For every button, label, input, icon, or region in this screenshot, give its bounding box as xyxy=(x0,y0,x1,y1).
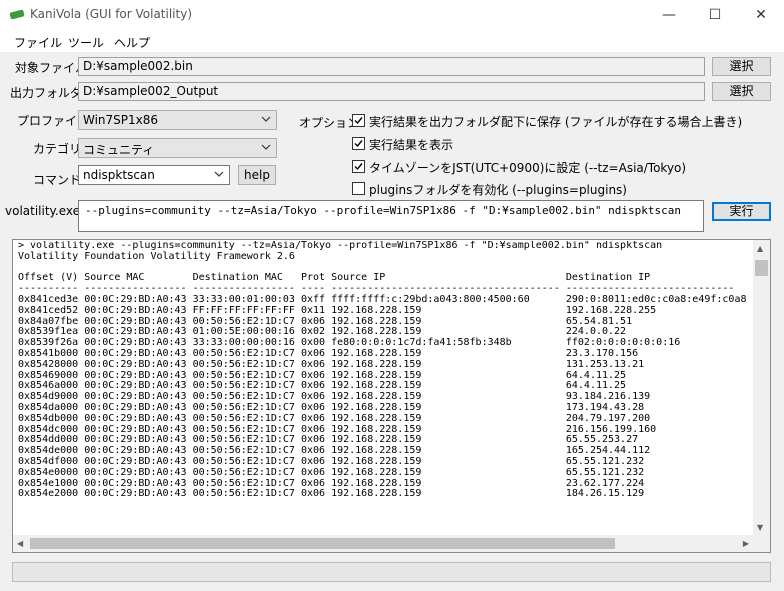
output-folder-label: 出力フォルダ xyxy=(10,86,83,100)
console-line: 0x854db000 00:0C:29:BD:A0:43 00:50:56:E2… xyxy=(18,412,651,424)
scrollbar-corner xyxy=(753,535,770,552)
profile-select[interactable]: Win7SP1x86 xyxy=(78,110,277,130)
scroll-up-arrow-icon[interactable]: ▲ xyxy=(757,244,763,253)
option-display-checkbox[interactable] xyxy=(352,137,365,150)
option-timezone-label[interactable]: タイムゾーンをJST(UTC+0900)に設定 (--tz=Asia/Tokyo… xyxy=(369,159,686,176)
category-value: コミュニティ xyxy=(83,143,155,157)
option-save-label[interactable]: 実行結果を出力フォルダ配下に保存 (ファイルが存在する場合上書き) xyxy=(369,113,742,130)
option-plugins-label[interactable]: pluginsフォルダを有効化 (--plugins=plugins) xyxy=(369,181,627,198)
select-target-file-button[interactable]: 選択 xyxy=(712,57,771,76)
console-output-text: > volatility.exe --plugins=community --t… xyxy=(18,241,753,534)
output-console[interactable]: > volatility.exe --plugins=community --t… xyxy=(12,239,771,553)
checkmark-icon xyxy=(354,117,363,125)
vertical-scrollbar[interactable]: ▲ ▼ xyxy=(753,240,770,536)
help-button[interactable]: help xyxy=(238,165,276,185)
options-label: オプション xyxy=(299,116,360,130)
menu-bar: ファイル ツール ヘルプ xyxy=(0,30,784,52)
chevron-down-icon xyxy=(214,171,224,177)
menu-file[interactable]: ファイル xyxy=(14,34,62,51)
maximize-button[interactable]: ☐ xyxy=(692,0,738,30)
menu-tools[interactable]: ツール xyxy=(68,34,104,51)
option-save-checkbox[interactable] xyxy=(352,114,365,127)
console-line: 0x841ced52 00:0C:29:BD:A0:43 FF:FF:FF:FF… xyxy=(18,304,657,316)
command-combobox[interactable]: ndispktscan xyxy=(78,165,230,185)
status-bar xyxy=(12,562,771,582)
title-bar: KaniVola (GUI for Volatility) — ☐ ✕ xyxy=(0,0,784,30)
option-plugins-checkbox[interactable] xyxy=(352,182,365,195)
minimize-button[interactable]: — xyxy=(646,0,692,30)
menu-help[interactable]: ヘルプ xyxy=(114,34,150,51)
chevron-down-icon xyxy=(261,116,271,122)
scroll-left-arrow-icon[interactable]: ◀ xyxy=(17,539,23,548)
option-display-label[interactable]: 実行結果を表示 xyxy=(369,136,453,153)
vertical-scroll-thumb[interactable] xyxy=(755,260,768,276)
horizontal-scrollbar[interactable]: ◀ ▶ xyxy=(13,535,753,552)
console-line: 0x85428000 00:0C:29:BD:A0:43 00:50:56:E2… xyxy=(18,358,645,370)
app-icon xyxy=(9,9,25,20)
output-folder-field[interactable]: D:¥sample002_Output xyxy=(78,82,705,101)
close-button[interactable]: ✕ xyxy=(738,0,784,30)
console-line: 0x854e0000 00:0C:29:BD:A0:43 00:50:56:E2… xyxy=(18,466,645,478)
target-file-label: 対象ファイル xyxy=(15,61,88,75)
scroll-right-arrow-icon[interactable]: ▶ xyxy=(743,539,749,548)
category-select[interactable]: コミュニティ xyxy=(78,138,277,158)
checkmark-icon xyxy=(354,163,363,171)
volatility-label: volatility.exe xyxy=(5,204,81,218)
scroll-down-arrow-icon[interactable]: ▼ xyxy=(757,523,763,532)
volatility-args-textbox[interactable]: --plugins=community --tz=Asia/Tokyo --pr… xyxy=(78,200,704,232)
window-title: KaniVola (GUI for Volatility) xyxy=(30,7,193,21)
console-line: Volatility Foundation Volatility Framewo… xyxy=(18,250,295,262)
category-label: カテゴリ xyxy=(33,142,82,156)
target-file-field[interactable]: D:¥sample002.bin xyxy=(78,57,705,76)
chevron-down-icon xyxy=(261,144,271,150)
horizontal-scroll-thumb[interactable] xyxy=(30,538,615,549)
run-button[interactable]: 実行 xyxy=(712,202,771,221)
checkmark-icon xyxy=(354,140,363,148)
command-value: ndispktscan xyxy=(83,168,155,182)
console-line: 0x854e2000 00:0C:29:BD:A0:43 00:50:56:E2… xyxy=(18,488,645,500)
select-output-folder-button[interactable]: 選択 xyxy=(712,82,771,101)
option-timezone-checkbox[interactable] xyxy=(352,160,365,173)
command-label: コマンド xyxy=(33,173,82,187)
profile-value: Win7SP1x86 xyxy=(83,113,159,127)
